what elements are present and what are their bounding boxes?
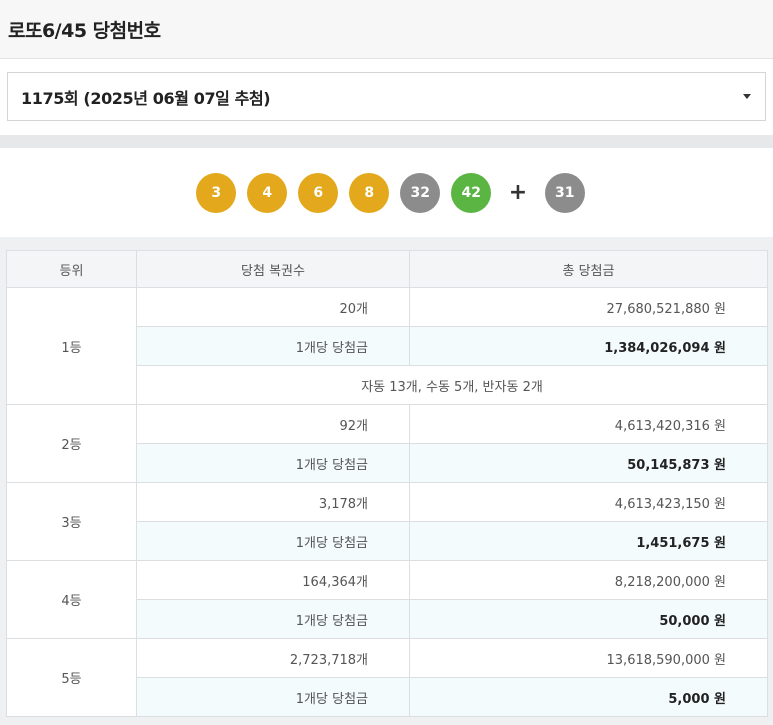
table-row: 2등 92개 4,613,420,316 원: [6, 404, 768, 483]
header-total: 총 당첨금: [409, 250, 768, 288]
per-ticket-amount: 5,000 원: [409, 677, 768, 717]
per-ticket-label: 1개당 당첨금: [136, 443, 410, 483]
number-ball: 6: [298, 172, 339, 213]
rank-cell: 3등: [6, 482, 137, 561]
rank-cell: 2등: [6, 404, 137, 483]
number-ball: 8: [349, 172, 390, 213]
winner-count: 20개: [136, 287, 410, 327]
total-prize: 4,613,420,316 원: [409, 404, 768, 444]
prize-table-area: 등위 당첨 복권수 총 당첨금 1등 20개 27,680,521,880 원 …: [0, 237, 773, 717]
rank-cell: 1등: [6, 287, 137, 405]
total-prize: 13,618,590,000 원: [409, 638, 768, 678]
table-row: 1등 20개 27,680,521,880 원: [6, 287, 768, 405]
total-prize: 4,613,423,150 원: [409, 482, 768, 522]
header-count: 당첨 복권수: [136, 250, 410, 288]
winner-count: 164,364개: [136, 560, 410, 600]
table-header-row: 등위 당첨 복권수 총 당첨금: [6, 250, 768, 288]
table-row: 3등 3,178개 4,613,423,150 원: [6, 482, 768, 561]
number-ball: 32: [400, 172, 441, 213]
number-ball: 3: [196, 172, 237, 213]
winner-count: 92개: [136, 404, 410, 444]
number-ball: 42: [451, 172, 492, 213]
per-ticket-amount: 50,000 원: [409, 599, 768, 639]
winner-count: 2,723,718개: [136, 638, 410, 678]
table-row: 5등 2,723,718개 13,618,590,000 원: [6, 638, 768, 717]
per-ticket-amount: 1,451,675 원: [409, 521, 768, 561]
number-ball: 4: [247, 172, 288, 213]
total-prize: 8,218,200,000 원: [409, 560, 768, 600]
per-ticket-label: 1개당 당첨금: [136, 521, 410, 561]
section-divider: [0, 135, 773, 148]
rank-cell: 4등: [6, 560, 137, 639]
per-ticket-label: 1개당 당첨금: [136, 677, 410, 717]
total-prize: 27,680,521,880 원: [409, 287, 768, 327]
per-ticket-label: 1개당 당첨금: [136, 326, 410, 366]
plus-sign: +: [508, 180, 528, 205]
per-ticket-amount: 1,384,026,094 원: [409, 326, 768, 366]
prize-table: 등위 당첨 복권수 총 당첨금 1등 20개 27,680,521,880 원 …: [6, 250, 768, 717]
bonus-ball: 31: [544, 172, 585, 213]
per-ticket-label: 1개당 당첨금: [136, 599, 410, 639]
caret-down-icon: [743, 94, 751, 99]
per-ticket-amount: 50,145,873 원: [409, 443, 768, 483]
draw-selector-area: 1175회 (2025년 06월 07일 추첨): [0, 59, 773, 135]
method-breakdown: 자동 13개, 수동 5개, 반자동 2개: [136, 365, 768, 405]
page-title: 로또6/45 당첨번호: [8, 19, 161, 42]
rank-cell: 5등: [6, 638, 137, 717]
draw-select-value: 1175회 (2025년 06월 07일 추첨): [21, 88, 271, 108]
winning-numbers: 3 4 6 8 32 42 + 31: [0, 148, 773, 237]
table-row: 4등 164,364개 8,218,200,000 원: [6, 560, 768, 639]
page-header: 로또6/45 당첨번호: [0, 0, 773, 59]
header-rank: 등위: [6, 250, 137, 288]
draw-select-dropdown[interactable]: 1175회 (2025년 06월 07일 추첨): [7, 72, 766, 121]
winner-count: 3,178개: [136, 482, 410, 522]
